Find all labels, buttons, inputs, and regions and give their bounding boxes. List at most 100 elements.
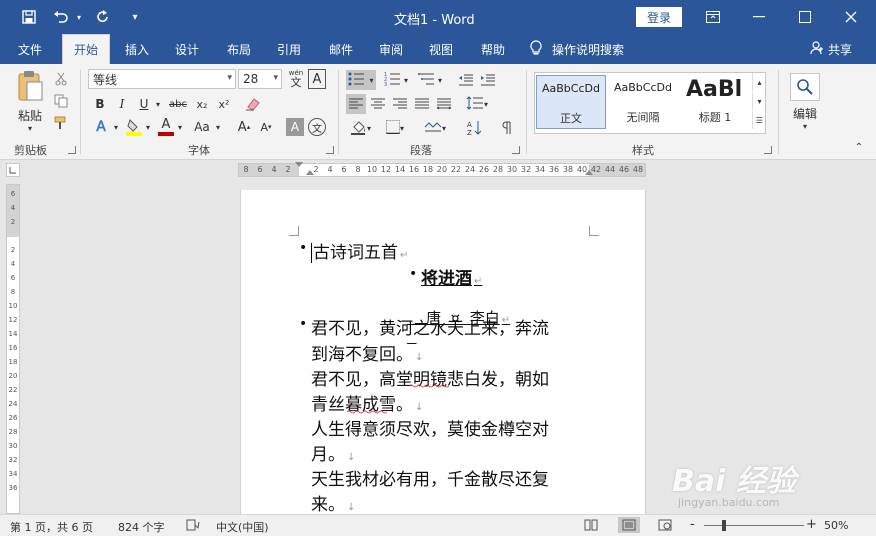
ribbon-display-options-icon[interactable] [690, 0, 736, 34]
font-size-combo[interactable]: 28 ▾ [238, 69, 282, 89]
paste-button[interactable]: 粘贴 ▾ [10, 70, 50, 133]
zoom-slider-track[interactable] [704, 525, 804, 526]
collapse-ribbon-icon[interactable]: ⌃ [852, 140, 866, 154]
show-hide-marks-icon[interactable] [496, 118, 518, 138]
bold-button[interactable]: B [90, 94, 110, 114]
underline-button[interactable]: U [134, 94, 154, 114]
style-normal[interactable]: AaBbCcDd 正文 [536, 75, 606, 129]
sort-icon[interactable]: AZ [464, 118, 486, 138]
doc-heading[interactable]: 古诗词五首 ↵ [311, 238, 408, 263]
login-button[interactable]: 登录 [636, 7, 682, 27]
language-indicator[interactable]: 中文(中国) [216, 519, 269, 535]
font-name-combo[interactable]: 等线 ▾ [88, 69, 236, 89]
zoom-level[interactable]: 50% [824, 519, 848, 532]
decrease-indent-icon[interactable] [456, 70, 476, 90]
shrink-font-button[interactable]: A ▾ [256, 116, 276, 138]
zoom-out-button[interactable]: - [690, 517, 695, 532]
increase-indent-icon[interactable] [478, 70, 498, 90]
character-border-button[interactable]: A [308, 69, 326, 89]
redo-icon[interactable] [90, 4, 116, 30]
multilevel-list-button[interactable]: ▾ [414, 70, 446, 90]
word-count[interactable]: 824 个字 [118, 519, 165, 535]
tab-layout[interactable]: 布局 [218, 34, 260, 64]
editing-button[interactable]: 编辑 ▾ [788, 70, 822, 134]
subscript-button[interactable]: x₂ [192, 94, 212, 114]
cut-icon[interactable] [52, 70, 70, 88]
proofing-icon[interactable] [186, 519, 200, 534]
align-center-icon[interactable] [368, 94, 388, 114]
tab-file[interactable]: 文件 [8, 34, 52, 64]
tab-design[interactable]: 设计 [166, 34, 208, 64]
read-mode-icon[interactable] [580, 517, 602, 533]
format-painter-icon[interactable] [52, 114, 70, 132]
strikethrough-button[interactable]: abc [166, 94, 190, 114]
tab-references[interactable]: 引用 [268, 34, 310, 64]
share-button[interactable]: 共享 [804, 34, 858, 64]
minimize-icon[interactable] [736, 0, 782, 34]
copy-icon[interactable] [52, 92, 70, 110]
change-case-button[interactable]: Aa [190, 116, 214, 138]
font-color-button[interactable]: A [156, 116, 176, 138]
styles-launcher-icon[interactable] [764, 146, 772, 154]
tab-help[interactable]: 帮助 [472, 34, 514, 64]
align-right-icon[interactable] [390, 94, 410, 114]
zoom-in-button[interactable]: + [806, 517, 817, 532]
undo-icon[interactable] [48, 4, 74, 30]
poem-line[interactable]: 君不见，黄河之水天上来，奔流 [311, 314, 549, 339]
print-layout-icon[interactable] [618, 517, 640, 533]
maximize-icon[interactable] [782, 0, 828, 34]
poem-line[interactable]: 来。 ↓ [311, 490, 355, 515]
font-color-dropdown-icon[interactable]: ▾ [176, 116, 184, 138]
tab-home[interactable]: 开始 [62, 34, 110, 64]
poem-line[interactable]: 到海不复回。 ↓ [311, 340, 423, 365]
align-left-icon[interactable] [346, 94, 366, 114]
enclose-characters-button[interactable]: 文 [308, 118, 326, 136]
character-shading-button[interactable]: A [286, 118, 304, 136]
underline-dropdown-icon[interactable]: ▾ [154, 94, 162, 114]
save-icon[interactable] [16, 4, 42, 30]
superscript-button[interactable]: x² [214, 94, 234, 114]
horizontal-ruler[interactable]: 8 6 4 2 2 4 6 8 10 12 14 16 18 20 22 24 26 28 30 32 34 36 38 40… [238, 162, 646, 177]
hanging-indent-marker[interactable] [306, 170, 314, 175]
page-count[interactable]: 第 1 页，共 6 页 [10, 519, 93, 535]
style-heading-1[interactable]: AaBl 标题 1 [680, 75, 750, 129]
style-no-spacing[interactable]: AaBbCcDd 无间隔 [608, 75, 678, 129]
line-spacing-button[interactable]: ▾ [462, 94, 492, 114]
tab-mailings[interactable]: 邮件 [320, 34, 362, 64]
font-launcher-icon[interactable] [326, 146, 334, 154]
document-page[interactable]: • 古诗词五首 ↵ • 将进酒 ↵ 唐 ¤ 李白 ↵ • 君不见，黄河之水天上来，奔流… [240, 190, 646, 515]
bullets-button[interactable]: ▾ [346, 70, 376, 90]
justify-icon[interactable] [412, 94, 432, 114]
poem-line[interactable]: 人生得意须尽欢，莫使金樽空对 [311, 415, 549, 440]
phonetic-guide-button[interactable]: wén 文 [286, 68, 306, 90]
text-effects-dropdown-icon[interactable]: ▾ [112, 116, 120, 138]
highlight-color-icon[interactable] [124, 116, 144, 138]
change-case-dropdown-icon[interactable]: ▾ [214, 116, 222, 138]
text-effects-button[interactable]: A [90, 116, 112, 138]
styles-more-icon[interactable]: ☰ [752, 111, 766, 129]
poem-line[interactable]: 月。 ↓ [311, 440, 355, 465]
customize-qat-icon[interactable]: ▾ [122, 4, 148, 30]
borders-button[interactable]: ▾ [380, 118, 410, 138]
first-line-indent-marker[interactable] [295, 162, 303, 167]
tab-selector[interactable] [6, 163, 20, 177]
clipboard-launcher-icon[interactable] [68, 146, 76, 154]
styles-scroll-up-icon[interactable]: ▴ [752, 73, 766, 91]
poem-line[interactable]: 天生我材必有用，千金散尽还复 [311, 465, 549, 490]
clear-formatting-icon[interactable] [242, 94, 264, 114]
right-indent-marker[interactable] [585, 170, 593, 175]
styles-scroll-down-icon[interactable]: ▾ [752, 92, 766, 110]
shading-button[interactable]: ▾ [346, 118, 376, 138]
undo-dropdown-icon[interactable]: ▾ [74, 4, 84, 30]
grow-font-button[interactable]: A ▴ [234, 116, 254, 138]
tab-view[interactable]: 视图 [420, 34, 462, 64]
zoom-slider-thumb[interactable] [722, 520, 726, 531]
chinese-layout-button[interactable]: ▾ [420, 118, 450, 138]
tab-review[interactable]: 审阅 [370, 34, 412, 64]
numbering-button[interactable]: 123 ▾ [380, 70, 412, 90]
paragraph-launcher-icon[interactable] [512, 146, 520, 154]
italic-button[interactable]: I [112, 94, 132, 114]
web-layout-icon[interactable] [654, 517, 676, 533]
distributed-icon[interactable] [434, 94, 454, 114]
vertical-ruler[interactable]: 6 4 2 2 4 6 8 10 12 14 16 18 20 22 24 26 28 30 32 34 36 [6, 184, 20, 514]
